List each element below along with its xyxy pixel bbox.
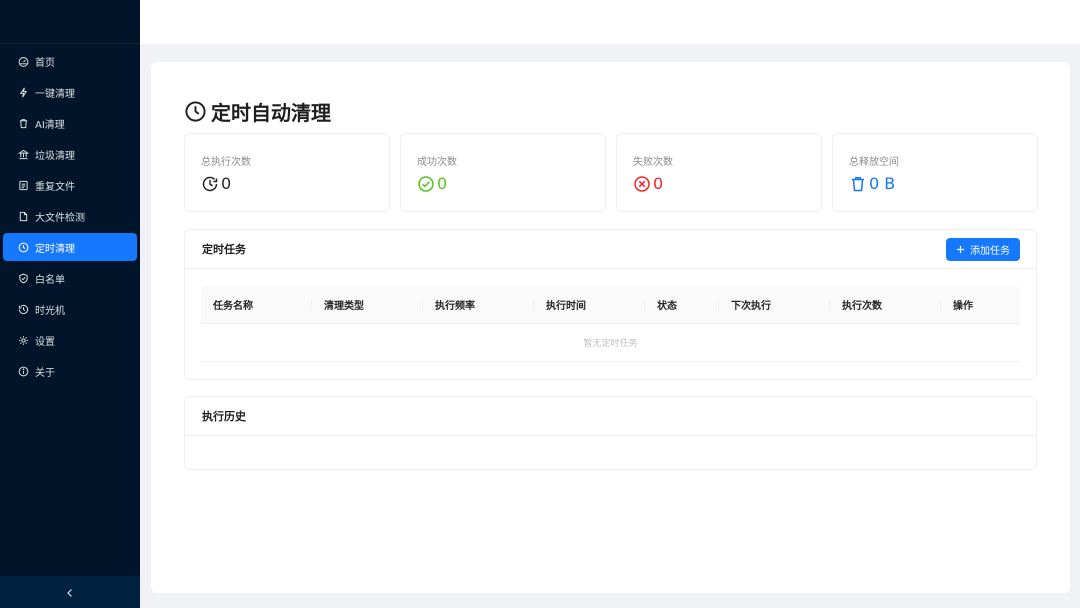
sidebar-item-label: 白名单: [35, 274, 65, 286]
stat-value: 0 B: [849, 174, 895, 193]
chevron-left-icon: [65, 583, 75, 602]
column-header: 清理类型: [312, 286, 423, 323]
stat-card-success: 成功次数 0: [400, 133, 606, 212]
sidebar-item-label: 大文件检测: [35, 212, 85, 224]
sidebar-item-label: 定时清理: [35, 243, 75, 255]
sidebar-item-about[interactable]: 关于: [3, 357, 137, 385]
stat-value: 0: [201, 174, 231, 193]
stat-card-total-runs: 总执行次数 0: [184, 133, 390, 212]
stat-card-space-freed: 总释放空间 0 B: [832, 133, 1038, 212]
page-title-text: 定时自动清理: [211, 101, 331, 125]
dashboard-icon: [17, 55, 29, 67]
sidebar-item-label: AI清理: [35, 119, 65, 131]
safety-icon: [17, 272, 29, 284]
sidebar-item-label: 首页: [35, 57, 55, 69]
sidebar-item-label: 垃圾清理: [35, 150, 75, 162]
trash-icon: [17, 117, 29, 129]
execution-history-panel: 执行历史: [184, 396, 1037, 470]
sidebar-item-label: 关于: [35, 367, 55, 379]
sidebar-item-label: 设置: [35, 336, 55, 348]
panel-header: 定时任务 添加任务: [185, 230, 1036, 269]
sidebar-item-junk-clean[interactable]: 垃圾清理: [3, 140, 137, 168]
sidebar-item-settings[interactable]: 设置: [3, 326, 137, 354]
main-content: 定时自动清理 总执行次数 0 成功次数 0 失败次数 0 总释放空间 0 B 定…: [151, 62, 1070, 593]
sidebar-item-whitelist[interactable]: 白名单: [3, 264, 137, 292]
sidebar-menu: 首页 一键清理 AI清理 垃圾清理 重复文件 大文件检测 定时清理 白名单 时光…: [0, 47, 140, 388]
panel-header: 执行历史: [185, 397, 1036, 436]
copy-file-icon: [17, 179, 29, 191]
lightning-icon: [17, 86, 29, 98]
column-header: 任务名称: [201, 286, 312, 323]
column-header: 下次执行: [719, 286, 830, 323]
stat-value-text: 0: [653, 174, 664, 193]
gear-icon: [17, 334, 29, 346]
sidebar-item-ai-clean[interactable]: AI清理: [3, 109, 137, 137]
plus-icon: [956, 245, 965, 254]
sidebar-header: [0, 0, 140, 44]
sidebar-item-time-machine[interactable]: 时光机: [3, 295, 137, 323]
sidebar-item-label: 重复文件: [35, 181, 75, 193]
sidebar: 首页 一键清理 AI清理 垃圾清理 重复文件 大文件检测 定时清理 白名单 时光…: [0, 0, 140, 608]
sidebar-item-large-files[interactable]: 大文件检测: [3, 202, 137, 230]
column-header: 状态: [645, 286, 719, 323]
stat-label: 总释放空间: [849, 157, 899, 168]
empty-state: 暂无定时任务: [201, 324, 1020, 362]
stat-value-text: 0: [437, 174, 448, 193]
bank-icon: [17, 148, 29, 160]
sidebar-item-label: 一键清理: [35, 88, 75, 100]
stat-label: 总执行次数: [201, 157, 251, 168]
stat-value-text: 0: [221, 174, 232, 193]
stat-value-text: 0 B: [869, 174, 896, 193]
table-header: 任务名称 清理类型 执行频率 执行时间 状态 下次执行 执行次数 操作: [201, 286, 1020, 324]
clock-icon: [184, 100, 207, 123]
column-header: 执行时间: [534, 286, 645, 323]
sidebar-item-home[interactable]: 首页: [3, 47, 137, 75]
column-header: 执行频率: [423, 286, 534, 323]
info-icon: [17, 365, 29, 377]
stat-label: 成功次数: [417, 157, 457, 168]
column-header: 执行次数: [830, 286, 941, 323]
sidebar-item-one-click-clean[interactable]: 一键清理: [3, 78, 137, 106]
panel-title: 执行历史: [202, 410, 246, 423]
sidebar-item-duplicate-files[interactable]: 重复文件: [3, 171, 137, 199]
stat-label: 失败次数: [633, 157, 673, 168]
stat-card-failure: 失败次数 0: [616, 133, 822, 212]
file-icon: [17, 210, 29, 222]
add-task-label: 添加任务: [970, 245, 1010, 257]
sidebar-collapse-button[interactable]: [0, 576, 140, 608]
scheduled-tasks-panel: 定时任务 添加任务 任务名称 清理类型 执行频率 执行时间 状态 下次执行 执行…: [184, 229, 1037, 380]
stat-value: 0: [633, 174, 663, 193]
history-clock-icon: [201, 175, 219, 193]
history-icon: [17, 303, 29, 315]
panel-title: 定时任务: [202, 243, 246, 256]
header-bar: [140, 0, 1080, 44]
add-task-button[interactable]: 添加任务: [946, 237, 1020, 261]
page-title: 定时自动清理: [184, 97, 331, 126]
check-circle-icon: [417, 175, 435, 193]
sidebar-item-scheduled-clean[interactable]: 定时清理: [3, 233, 137, 261]
tasks-table: 任务名称 清理类型 执行频率 执行时间 状态 下次执行 执行次数 操作 暂无定时…: [201, 286, 1020, 362]
stat-value: 0: [417, 174, 447, 193]
trash-icon: [849, 175, 867, 193]
sidebar-item-label: 时光机: [35, 305, 65, 317]
clock-icon: [17, 241, 29, 253]
close-circle-icon: [633, 175, 651, 193]
column-header: 操作: [953, 301, 973, 312]
